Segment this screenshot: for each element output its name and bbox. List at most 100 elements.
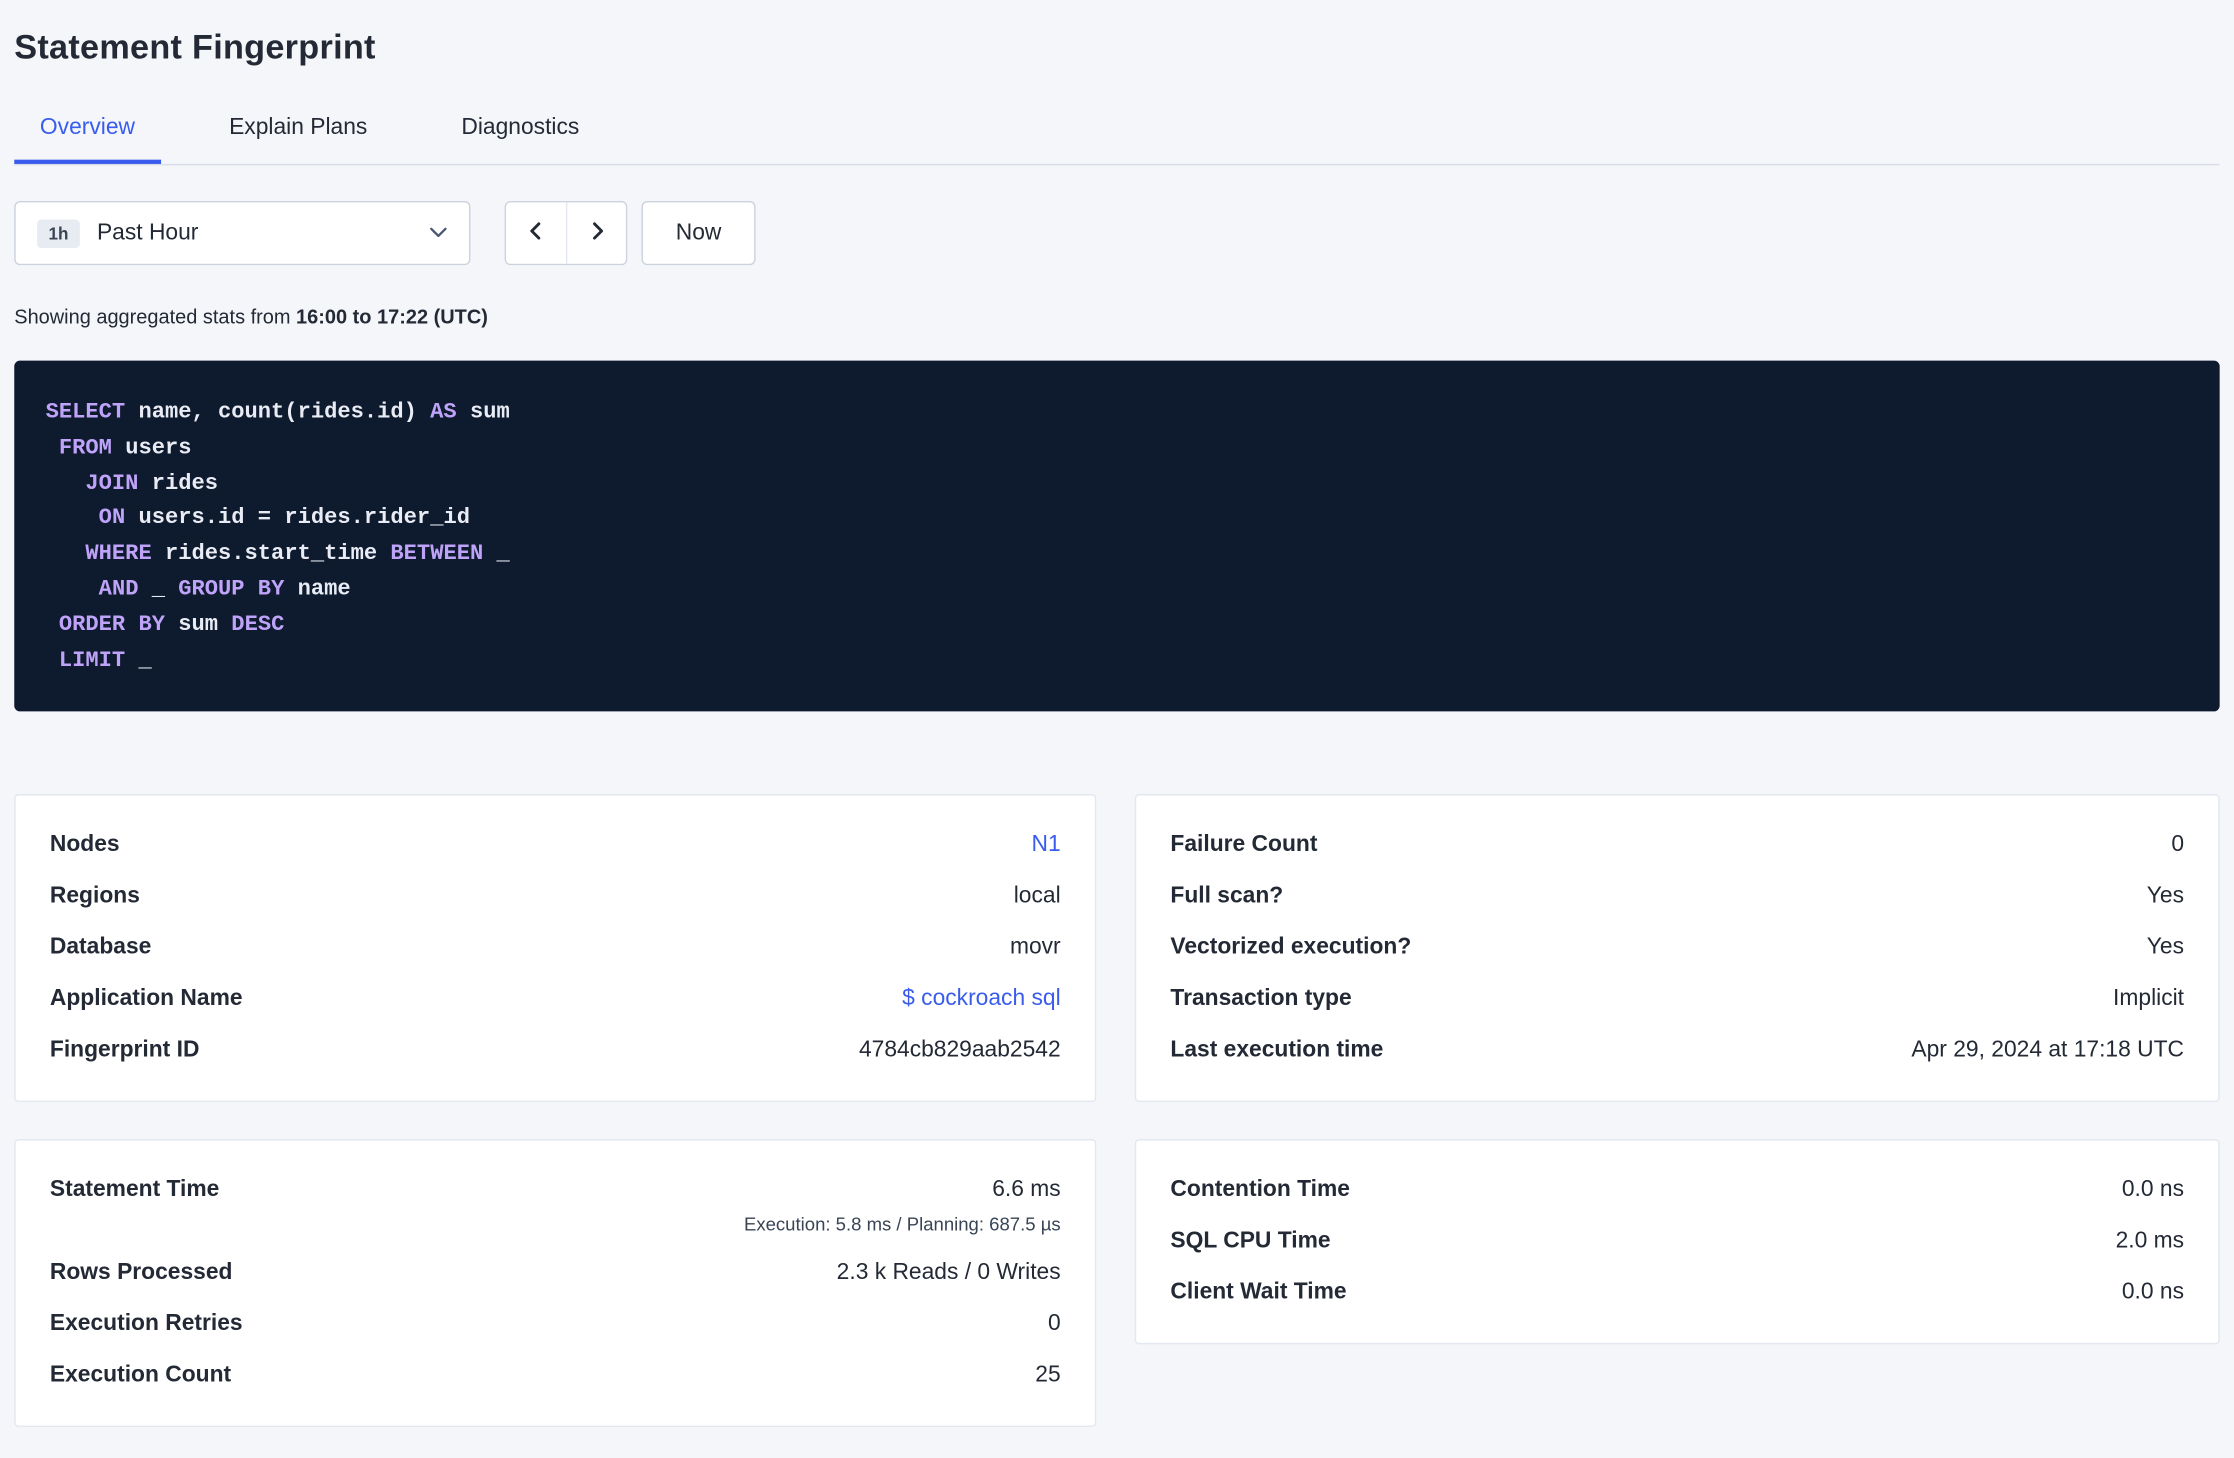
previous-range-button[interactable] <box>506 202 566 264</box>
row-value: 0 <box>1047 1312 1061 1337</box>
time-range-label: Past Hour <box>96 220 199 245</box>
row-value: 25 <box>1035 1363 1061 1388</box>
sql-text: rides.start_time <box>151 540 391 567</box>
row-value-wrap: 25 <box>1035 1363 1060 1389</box>
row-value: Yes <box>2146 935 2185 960</box>
caption-prefix: Showing aggregated stats from <box>14 305 291 328</box>
statement-details-card: Nodes N1 Regions local Database movr Applicati… <box>14 794 1097 1103</box>
sql-keyword: FROM <box>58 434 112 461</box>
card-row: Rows Processed 2.3 k Reads / 0 Writes <box>50 1248 1061 1299</box>
sql-statement-box: SELECT name, count(rides.id) AS sum FROM… <box>14 360 2220 712</box>
sql-keyword: JOIN <box>85 469 139 496</box>
card-row: Full scan? Yes <box>1170 872 2184 923</box>
row-label: Statement Time <box>49 1178 220 1203</box>
row-label: Fingerprint ID <box>49 1038 200 1063</box>
row-value-wrap: 0 <box>1048 1312 1061 1338</box>
row-label: SQL CPU Time <box>1170 1229 1331 1254</box>
sql-text: _ <box>138 575 179 602</box>
time-range-select[interactable]: 1h Past Hour <box>14 201 471 266</box>
sql-keyword: AS <box>430 399 457 425</box>
row-label: Database <box>49 935 152 960</box>
sql-keyword: SELECT <box>45 399 126 425</box>
execution-attributes-card: Failure Count 0 Full scan? Yes Vectorized ex… <box>1134 794 2220 1103</box>
row-label: Nodes <box>49 833 120 858</box>
row-subvalue: Execution: 5.8 ms / Planning: 687.5 µs <box>743 1213 1061 1236</box>
row-value-link[interactable]: $ cockroach sql <box>902 987 1060 1013</box>
sql-text: users <box>111 434 192 461</box>
row-value-wrap: Implicit <box>2113 987 2184 1013</box>
sql-text: _ <box>483 540 510 567</box>
chevron-right-icon <box>587 221 607 245</box>
card-row: Statement Time 6.6 ms Execution: 5.8 ms / … <box>50 1165 1061 1248</box>
row-label: Transaction type <box>1170 987 1352 1012</box>
row-label: Application Name <box>49 987 243 1012</box>
row-value-wrap: Apr 29, 2024 at 17:18 UTC <box>1911 1038 2184 1064</box>
row-label: Vectorized execution? <box>1170 935 1412 960</box>
card-row: Failure Count 0 <box>1170 820 2184 871</box>
row-value: Apr 29, 2024 at 17:18 UTC <box>1911 1038 2185 1063</box>
summary-cards: Nodes N1 Regions local Database movr Applicati… <box>14 794 2220 1428</box>
row-label: Rows Processed <box>49 1260 233 1286</box>
chevron-left-icon <box>526 221 546 245</box>
sql-keyword: AND <box>98 575 139 602</box>
sql-text: name, count(rides.id) <box>125 399 431 425</box>
time-range-arrows <box>504 201 628 266</box>
row-label: Execution Count <box>49 1363 232 1388</box>
card-row: Last execution time Apr 29, 2024 at 17:18… <box>1170 1026 2184 1077</box>
now-button[interactable]: Now <box>641 201 756 266</box>
tab-explain-plans[interactable]: Explain Plans <box>203 97 393 164</box>
card-row: Regions local <box>50 872 1061 923</box>
tab-diagnostics[interactable]: Diagnostics <box>436 97 605 164</box>
row-value: 0.0 ns <box>2121 1280 2185 1305</box>
row-label: Client Wait Time <box>1170 1280 1347 1305</box>
card-row: Database movr <box>50 923 1061 974</box>
sql-line: ORDER BY sum DESC <box>46 607 2189 642</box>
card-row: Client Wait Time 0.0 ns <box>1170 1268 2184 1319</box>
card-row: Transaction type Implicit <box>1170 974 2184 1025</box>
page-title: Statement Fingerprint <box>14 28 376 68</box>
row-value-wrap: 2.3 k Reads / 0 Writes <box>837 1261 1061 1287</box>
row-value-wrap: Yes <box>2147 884 2184 910</box>
row-value-wrap: 6.6 ms Execution: 5.8 ms / Planning: 687.… <box>744 1178 1061 1235</box>
row-label: Contention Time <box>1170 1178 1350 1203</box>
row-value: Implicit <box>2113 987 2185 1012</box>
sql-line: JOIN rides <box>46 466 2189 501</box>
statement-time-card: Statement Time 6.6 ms Execution: 5.8 ms / … <box>14 1139 1097 1428</box>
sql-keyword: DESC <box>231 611 285 637</box>
card-row: Vectorized execution? Yes <box>1170 923 2184 974</box>
row-value-link[interactable]: N1 <box>1031 833 1060 859</box>
card-row: Nodes N1 <box>50 820 1061 871</box>
row-value-wrap: 2.0 ms <box>2116 1229 2184 1255</box>
row-value: 6.6 ms <box>992 1178 1061 1203</box>
row-label: Full scan? <box>1170 884 1284 909</box>
row-value-wrap: 0 <box>2171 833 2184 859</box>
row-value: local <box>1013 884 1061 909</box>
card-row: Execution Retries 0 <box>50 1299 1061 1350</box>
sql-text: users.id = rides.rider_id <box>125 505 470 531</box>
sql-line: ON users.id = rides.rider_id <box>46 501 2189 536</box>
aggregated-stats-caption: Showing aggregated stats from 16:00 to 1… <box>14 305 2219 328</box>
card-row: Execution Count 25 <box>50 1351 1061 1402</box>
next-range-button[interactable] <box>565 202 626 264</box>
sql-text: rides <box>138 469 219 496</box>
tab-overview[interactable]: Overview <box>14 97 161 164</box>
sql-keyword: LIMIT <box>58 646 126 673</box>
sql-line: SELECT name, count(rides.id) AS sum <box>46 395 2189 430</box>
row-value: 0 <box>2171 833 2185 858</box>
sql-text: name <box>284 575 351 602</box>
row-value-wrap: movr <box>1010 936 1061 962</box>
sql-keyword: WHERE <box>85 540 152 567</box>
card-row: Contention Time 0.0 ns <box>1170 1165 2184 1216</box>
row-value-wrap: 0.0 ns <box>2122 1281 2184 1307</box>
row-value-wrap: 4784cb829aab2542 <box>859 1038 1061 1064</box>
tab-bar: Overview Explain Plans Diagnostics <box>14 97 2220 166</box>
sql-line: WHERE rides.start_time BETWEEN _ <box>46 536 2189 571</box>
row-value: 4784cb829aab2542 <box>858 1038 1061 1063</box>
sql-text: sum <box>164 611 232 637</box>
